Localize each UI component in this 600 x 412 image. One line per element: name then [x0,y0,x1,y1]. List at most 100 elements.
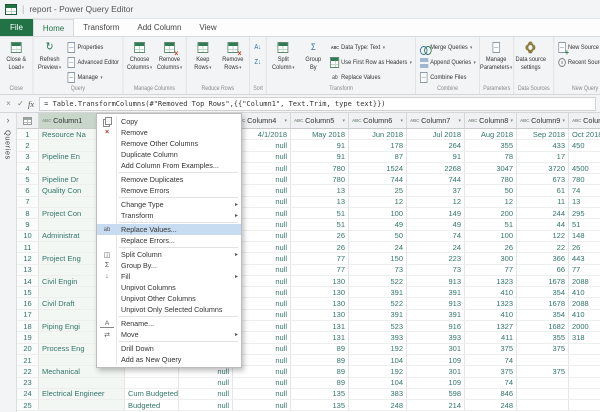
row-number[interactable]: 21 [17,354,39,367]
cell[interactable]: Oct 2018 [569,129,600,141]
cell[interactable]: 66 [517,264,569,276]
grid-corner-cell[interactable] [17,113,39,129]
cell[interactable]: 51 [465,219,517,231]
cell[interactable]: Aug 2018 [465,129,517,141]
cell[interactable]: 77 [465,264,517,276]
cell[interactable]: 354 [517,287,569,299]
cell[interactable]: 1678 [517,275,569,288]
cell[interactable]: 410 [569,310,600,322]
filter-dropdown-icon[interactable]: ▾ [340,118,345,124]
cell[interactable] [125,377,179,389]
column-header-column7[interactable]: ABC Column7 ▾ [407,113,465,129]
cell[interactable]: 74 [465,377,517,389]
cell[interactable]: Electrical Engineer [39,388,125,401]
cell[interactable]: 673 [517,174,569,186]
row-number[interactable]: 18 [17,321,39,333]
cancel-icon[interactable]: × [4,99,13,108]
cell[interactable]: 1327 [465,321,517,333]
cell[interactable]: 77 [291,253,349,265]
replace-values-button[interactable]: ab Replace Values [329,71,414,84]
column-header-column10[interactable]: ABCColumn10▾ [569,113,600,129]
cell[interactable]: 131 [291,332,349,344]
split-column-button[interactable]: Split Column▾ [269,38,298,84]
row-number[interactable]: 7 [17,196,39,209]
menu-item-transform[interactable]: Transform ▸ [97,210,241,221]
cell[interactable]: 109 [407,377,465,389]
cell[interactable]: 1682 [517,321,569,333]
cell[interactable]: 109 [407,354,465,367]
cell[interactable]: null [179,388,233,401]
cell[interactable]: 300 [465,253,517,265]
menu-item-duplicate-column[interactable]: Duplicate Column [97,149,241,160]
cell[interactable]: 410 [465,309,517,322]
cell[interactable]: 354 [517,309,569,322]
cell[interactable]: 24 [407,241,465,254]
cell[interactable]: 411 [465,332,517,344]
row-number[interactable]: 24 [17,388,39,401]
cell[interactable]: Jul 2018 [407,129,465,141]
filter-dropdown-icon[interactable]: ▾ [456,118,461,124]
cell[interactable]: 780 [291,162,349,175]
cell[interactable] [517,400,569,412]
remove-columns-button[interactable]: RemoveColumns▾ [155,38,184,84]
cell[interactable]: 135 [291,388,349,401]
menu-item-drill-down[interactable]: Drill Down [97,343,241,354]
cell[interactable]: 104 [349,354,407,367]
cell[interactable]: 450 [569,140,600,152]
cell[interactable]: 89 [291,366,349,378]
menu-item-copy[interactable]: Copy [97,116,241,127]
cell[interactable]: 73 [407,264,465,276]
cell[interactable]: 51 [291,219,349,231]
cell[interactable]: null [179,400,233,412]
check-icon[interactable]: ✓ [16,99,25,108]
cell[interactable]: 25 [349,185,407,197]
menu-item-unpivot-other-columns[interactable]: Unpivot Other Columns [97,293,241,304]
combine-files-button[interactable]: Combine Files [418,71,478,84]
choose-columns-button[interactable]: Choose Columns▾ [125,38,154,84]
menu-item-add-as-new-query[interactable]: Add as New Query [97,354,241,365]
data-source-settings-button[interactable]: Data source settings [516,38,546,84]
properties-button[interactable]: Properties [65,41,121,54]
row-number[interactable]: 25 [17,400,39,412]
cell[interactable]: 913 [407,298,465,310]
merge-queries-button[interactable]: Merge Queries ▾ [418,41,478,54]
cell[interactable]: 214 [407,400,465,412]
cell[interactable]: 13 [569,197,600,209]
cell[interactable]: 26 [465,241,517,254]
use-first-row-as-headers-button[interactable]: Use First Row as Headers ▾ [329,56,414,69]
cell[interactable]: 366 [517,253,569,265]
sort-za-button[interactable]: Z↓ [252,56,264,69]
cell[interactable]: 12 [465,196,517,209]
row-number[interactable]: 23 [17,377,39,389]
keep-rows-button[interactable]: Keep Rows▾ [188,38,217,84]
group-by-button[interactable]: Σ Group By [299,38,328,84]
sort-az-button[interactable]: A↓ [252,41,264,54]
cell[interactable]: 49 [349,219,407,231]
cell[interactable]: 522 [349,275,407,288]
row-number[interactable]: 2 [17,140,39,152]
cell[interactable]: 244 [517,208,569,220]
menu-item-change-type[interactable]: Change Type ▸ [97,199,241,210]
cell[interactable]: 393 [407,332,465,344]
cell[interactable]: 3720 [517,162,569,175]
cell[interactable]: 391 [349,287,407,299]
cell[interactable]: 295 [569,208,600,220]
cell[interactable] [569,152,600,163]
new-source-button[interactable]: New Source▾ [555,41,600,54]
cell[interactable] [39,377,125,389]
tab-file[interactable]: File [0,19,33,36]
cell[interactable]: 375 [517,366,569,378]
cell[interactable]: 91 [407,151,465,163]
cell[interactable]: 74 [569,185,600,197]
cell[interactable] [569,366,600,378]
column-header-column5[interactable]: ABC Column5 ▾ [291,113,349,129]
cell[interactable]: 100 [349,208,407,220]
cell[interactable]: 91 [291,140,349,152]
cell[interactable]: 12 [349,196,407,209]
advanced-editor-button[interactable]: Advanced Editor [65,56,121,69]
cell[interactable]: 301 [407,366,465,378]
cell[interactable]: 74 [465,354,517,367]
cell[interactable]: 130 [291,287,349,299]
cell[interactable] [517,388,569,401]
cell[interactable]: null [179,377,233,389]
